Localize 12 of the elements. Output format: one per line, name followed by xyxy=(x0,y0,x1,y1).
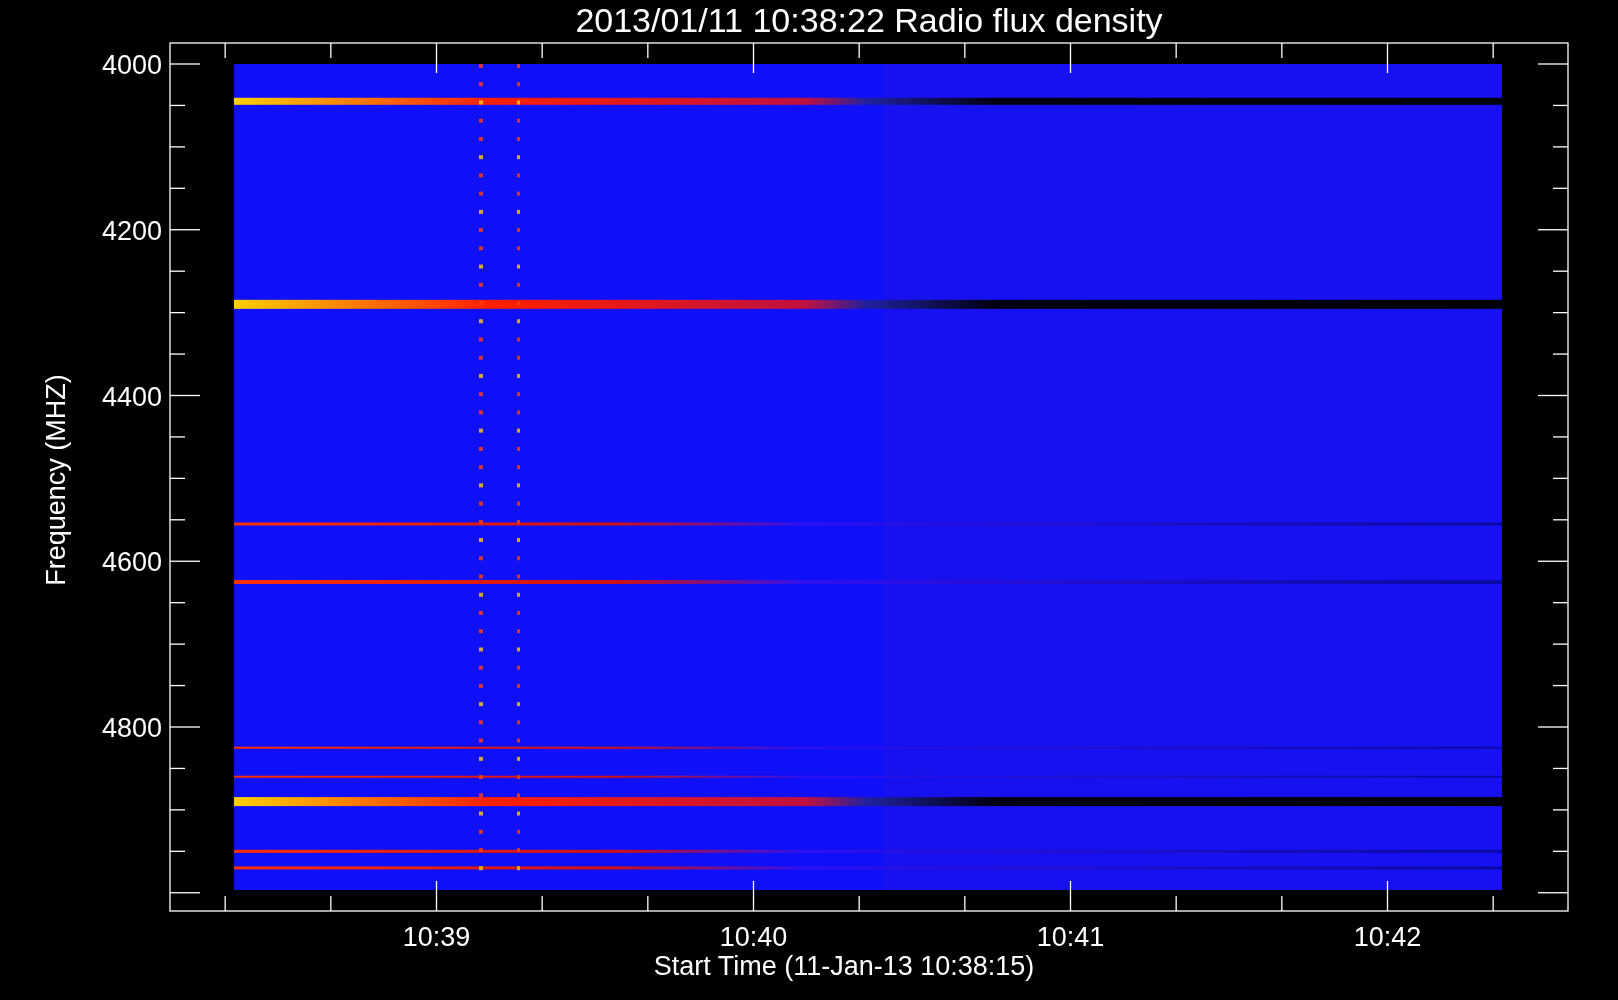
x-tick-label: 10:41 xyxy=(1036,922,1105,952)
y-axis-label: Frequency (MHZ) xyxy=(41,374,71,586)
x-tick-label: 10:39 xyxy=(402,922,471,952)
chart-title: 2013/01/11 10:38:22 Radio flux density xyxy=(575,1,1163,39)
y-tick-label: 4600 xyxy=(101,547,162,578)
y-tick-label: 4000 xyxy=(101,50,162,80)
x-axis-label: Start Time (11-Jan-13 10:38:15) xyxy=(653,951,1035,981)
y-tick-label: 4200 xyxy=(101,215,162,246)
x-tick-label: 10:42 xyxy=(1353,922,1422,952)
y-tick-label: 4400 xyxy=(101,381,162,412)
y-tick-label: 4800 xyxy=(101,713,162,743)
x-tick-label: 10:40 xyxy=(719,922,788,952)
